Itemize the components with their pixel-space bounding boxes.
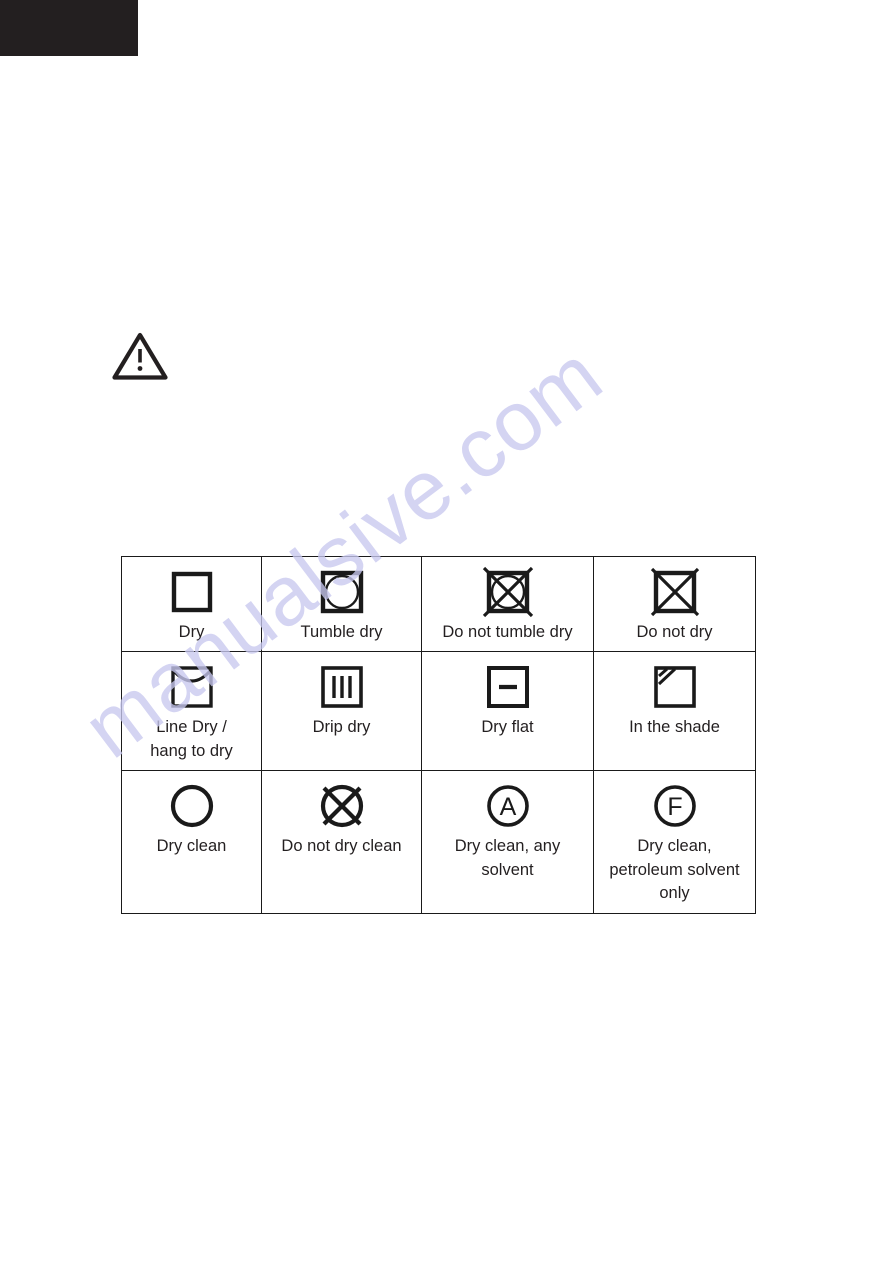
- cell-tumble-dry: Tumble dry: [261, 555, 422, 653]
- cell-in-the-shade: In the shade: [593, 651, 756, 772]
- dry-clean-petroleum-icon: F: [651, 780, 699, 832]
- line-dry-icon: [169, 661, 215, 713]
- cell-label: Tumble dry: [300, 623, 383, 641]
- cell-do-not-tumble-dry: Do not tumble dry: [421, 555, 594, 653]
- table-row: Dry clean Do not dry clean A Dry clean, …: [121, 770, 756, 914]
- cell-do-not-dry-clean: Do not dry clean: [261, 770, 422, 914]
- cell-dry-flat: Dry flat: [421, 651, 594, 772]
- cell-label: Line Dry / hang to dry: [150, 718, 233, 760]
- cell-dry-clean-petroleum: F Dry clean, petroleum solvent only: [593, 770, 756, 914]
- do-not-tumble-dry-icon: [479, 566, 537, 618]
- cell-label: Drip dry: [312, 718, 371, 737]
- care-symbols-table: Dry Tumble dry Do not tumble dry Do not …: [121, 555, 756, 914]
- square-dry-icon: [170, 566, 214, 618]
- cell-label: Dry flat: [481, 718, 534, 737]
- do-not-dry-icon: [648, 566, 702, 618]
- dry-clean-icon: [168, 780, 216, 832]
- cell-label: Dry: [178, 623, 205, 641]
- solvent-letter: F: [667, 793, 682, 821]
- drip-dry-icon: [319, 661, 365, 713]
- dry-flat-icon: [485, 661, 531, 713]
- do-not-dry-clean-icon: [315, 780, 369, 832]
- cell-label: Do not dry: [636, 623, 713, 641]
- cell-dry-clean-any-solvent: A Dry clean, any solvent: [421, 770, 594, 914]
- cell-line-dry: Line Dry / hang to dry: [121, 651, 262, 772]
- cell-label: In the shade: [629, 718, 720, 737]
- tumble-dry-icon: [319, 566, 365, 618]
- table-row: Line Dry / hang to dry Drip dry Dry flat…: [121, 651, 756, 772]
- cell-label: Do not dry clean: [281, 837, 402, 856]
- solvent-letter: A: [499, 793, 516, 821]
- cell-label: Dry clean: [156, 837, 227, 856]
- cell-do-not-dry: Do not dry: [593, 555, 756, 653]
- in-the-shade-icon: [652, 661, 698, 713]
- warning-triangle-icon: [112, 332, 168, 380]
- cell-drip-dry: Drip dry: [261, 651, 422, 772]
- cell-label: Do not tumble dry: [442, 623, 573, 641]
- cell-dry: Dry: [121, 555, 262, 653]
- header-bar: [0, 0, 138, 56]
- dry-clean-any-solvent-icon: A: [484, 780, 532, 832]
- table-row: Dry Tumble dry Do not tumble dry Do not …: [121, 555, 756, 653]
- cell-label: Dry clean, petroleum solvent only: [609, 837, 740, 903]
- cell-dry-clean: Dry clean: [121, 770, 262, 914]
- cell-label: Dry clean, any solvent: [454, 837, 561, 879]
